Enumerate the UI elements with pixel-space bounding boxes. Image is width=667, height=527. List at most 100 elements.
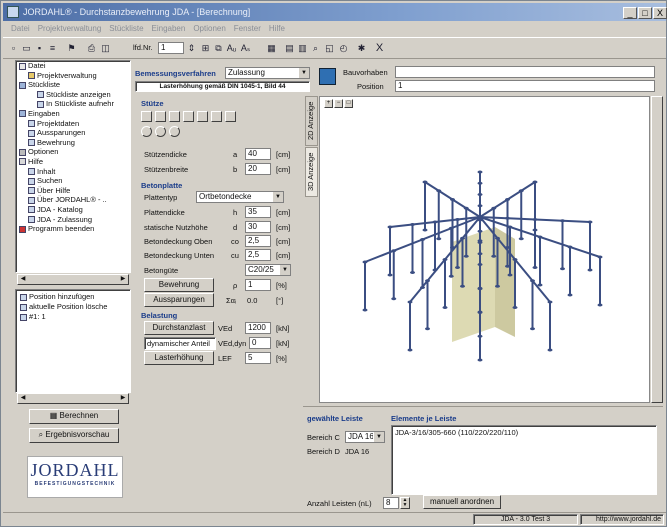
tree-item[interactable]: Aussparungen	[17, 128, 131, 138]
spin-icon[interactable]: ⇕	[185, 42, 198, 55]
position-input[interactable]: 1	[395, 80, 655, 92]
menu-item-hilfe[interactable]: Hilfe	[269, 22, 285, 36]
column-rect-icon[interactable]	[141, 111, 152, 122]
elemente-list[interactable]: JDA-3/16/305-660 (110/220/220/110)	[391, 425, 657, 495]
viewport-vscrollbar[interactable]	[651, 96, 663, 403]
column-wallend-icon[interactable]	[197, 111, 208, 122]
project-info-icon[interactable]	[319, 68, 336, 85]
table-icon[interactable]: ▤	[283, 42, 296, 55]
elemente-entry[interactable]: JDA-3/16/305-660 (110/220/220/110)	[395, 428, 653, 437]
deckung-oben-input[interactable]: 2,5	[245, 235, 271, 247]
tree-item[interactable]: Programm beenden	[17, 224, 131, 234]
zoom-icon[interactable]: ⌕	[309, 42, 322, 55]
bauvorhaben-input[interactable]	[395, 66, 655, 78]
aussparungen-button[interactable]: Aussparungen	[144, 293, 214, 307]
durchstanzlast-input[interactable]: 1200	[245, 322, 271, 334]
betonguete-select[interactable]: C20/25 ▼	[245, 264, 291, 276]
anzahl-leisten-input[interactable]: 8	[383, 497, 399, 509]
scroll-right-icon[interactable]: ▶	[118, 394, 128, 403]
tree-item[interactable]: Hilfe	[17, 157, 131, 167]
chevron-down-icon[interactable]: ▼	[272, 192, 283, 202]
bewehrung-button[interactable]: Bewehrung	[144, 278, 214, 292]
scroll-left-icon[interactable]: ◀	[18, 394, 28, 403]
print-icon[interactable]: ⎙	[85, 42, 98, 55]
position-list-item[interactable]: Position hinzufügen	[20, 292, 126, 302]
tab-3d-view[interactable]: 3D Anzeige	[305, 147, 318, 197]
lasterhoehung-button[interactable]: Lasterhöhung	[144, 351, 214, 365]
a-index-icon[interactable]: Aᵤ	[225, 42, 238, 55]
tree-item[interactable]: Bewehrung	[17, 138, 131, 148]
tree-item[interactable]: Über Hilfe	[17, 186, 131, 196]
copy-icon[interactable]: ⧉	[212, 42, 225, 55]
list-icon[interactable]: ≡	[46, 42, 59, 55]
scroll-right-icon[interactable]: ▶	[118, 275, 128, 284]
tree-item[interactable]: In Stückliste aufnehr	[17, 99, 131, 109]
tree-item[interactable]: JDA - Zulassung	[17, 215, 131, 225]
plattentyp-select[interactable]: Ortbetondecke ▼	[196, 191, 284, 203]
tree-item[interactable]: Über JORDAHL® - ..	[17, 195, 131, 205]
column-edge-icon[interactable]	[155, 111, 166, 122]
menu-item-st-ckliste[interactable]: Stückliste	[109, 22, 143, 36]
column-opening-icon[interactable]	[225, 111, 236, 122]
dynamischer-anteil-input[interactable]: 0	[249, 337, 271, 349]
3d-viewport[interactable]: + − □	[319, 96, 650, 403]
tree-item[interactable]: Eingaben	[17, 109, 131, 119]
minimize-button[interactable]: _	[623, 7, 637, 19]
stuetzendicke-input[interactable]: 40	[245, 148, 271, 160]
position-list-item[interactable]: #1: 1	[20, 312, 126, 322]
chevron-down-icon[interactable]: ▼	[279, 265, 290, 275]
column-wallcorner-icon[interactable]	[211, 111, 222, 122]
manuell-anordnen-button[interactable]: manuell anordnen	[423, 495, 501, 509]
deckung-unten-input[interactable]: 2,5	[245, 249, 271, 261]
tree-item[interactable]: Inhalt	[17, 167, 131, 177]
durchstanzlast-button[interactable]: Durchstanzlast	[144, 321, 214, 335]
settings-icon[interactable]: ✱	[355, 42, 368, 55]
close-button[interactable]: X	[653, 7, 667, 19]
column-round-icon[interactable]	[141, 126, 152, 137]
lasterhoehung-input[interactable]: 5	[245, 352, 271, 364]
tree-item[interactable]: Suchen	[17, 176, 131, 186]
calculate-button[interactable]: ▦ Berechnen	[29, 409, 119, 424]
tree-item[interactable]: Projektdaten	[17, 119, 131, 129]
menu-item-optionen[interactable]: Optionen	[193, 22, 225, 36]
scroll-left-icon[interactable]: ◀	[18, 275, 28, 284]
stuetzenbreite-input[interactable]: 20	[245, 163, 271, 175]
as-index-icon[interactable]: Aₛ	[239, 42, 252, 55]
column-round-corner-icon[interactable]	[169, 126, 180, 137]
column-corner-icon[interactable]	[169, 111, 180, 122]
tree-item[interactable]: Optionen	[17, 147, 131, 157]
grid-icon[interactable]: ▥	[296, 42, 309, 55]
column-round-edge-icon[interactable]	[155, 126, 166, 137]
bewehrung-input[interactable]: 1	[245, 279, 271, 291]
pos-number-input[interactable]: 1	[158, 42, 184, 54]
tree-item[interactable]: Projektverwaltung	[17, 71, 131, 81]
view-icon[interactable]: ◱	[323, 42, 336, 55]
maximize-button[interactable]: □	[638, 7, 652, 19]
calc-icon[interactable]: ▦	[265, 42, 278, 55]
tree-item[interactable]: JDA - Katalog	[17, 205, 131, 215]
close-doc-icon[interactable]: X	[373, 42, 386, 55]
chart-icon[interactable]: ◴	[337, 42, 350, 55]
tree-hscrollbar[interactable]: ◀ ▶	[17, 274, 129, 285]
bereich-c-select[interactable]: JDA 16 ▼	[345, 431, 385, 443]
positions-hscrollbar[interactable]: ◀ ▶	[17, 393, 129, 404]
save-icon[interactable]: ▪	[33, 42, 46, 55]
verfahren-select[interactable]: Zulassung ▼	[225, 67, 310, 79]
new-icon[interactable]: ▫	[7, 42, 20, 55]
column-wall-icon[interactable]	[183, 111, 194, 122]
menu-item-datei[interactable]: Datei	[11, 22, 30, 36]
menu-item-eingaben[interactable]: Eingaben	[152, 22, 186, 36]
tab-2d-view[interactable]: 2D Anzeige	[305, 96, 318, 146]
insert-icon[interactable]: ⊞	[199, 42, 212, 55]
plattendicke-input[interactable]: 35	[245, 206, 271, 218]
chevron-down-icon[interactable]: ▼	[298, 68, 309, 78]
project-icon[interactable]: ⚑	[65, 42, 78, 55]
open-icon[interactable]: ▭	[20, 42, 33, 55]
position-list-item[interactable]: aktuelle Position lösche	[20, 302, 126, 312]
preview-icon[interactable]: ◫	[99, 42, 112, 55]
tree-item[interactable]: Stückliste anzeigen	[17, 90, 131, 100]
tree-item[interactable]: Datei	[17, 61, 131, 71]
menu-item-projektverwaltung[interactable]: Projektverwaltung	[38, 22, 102, 36]
chevron-down-icon[interactable]: ▼	[373, 432, 384, 442]
anzahl-spinner-icon[interactable]: ▲ ▼	[400, 497, 410, 509]
